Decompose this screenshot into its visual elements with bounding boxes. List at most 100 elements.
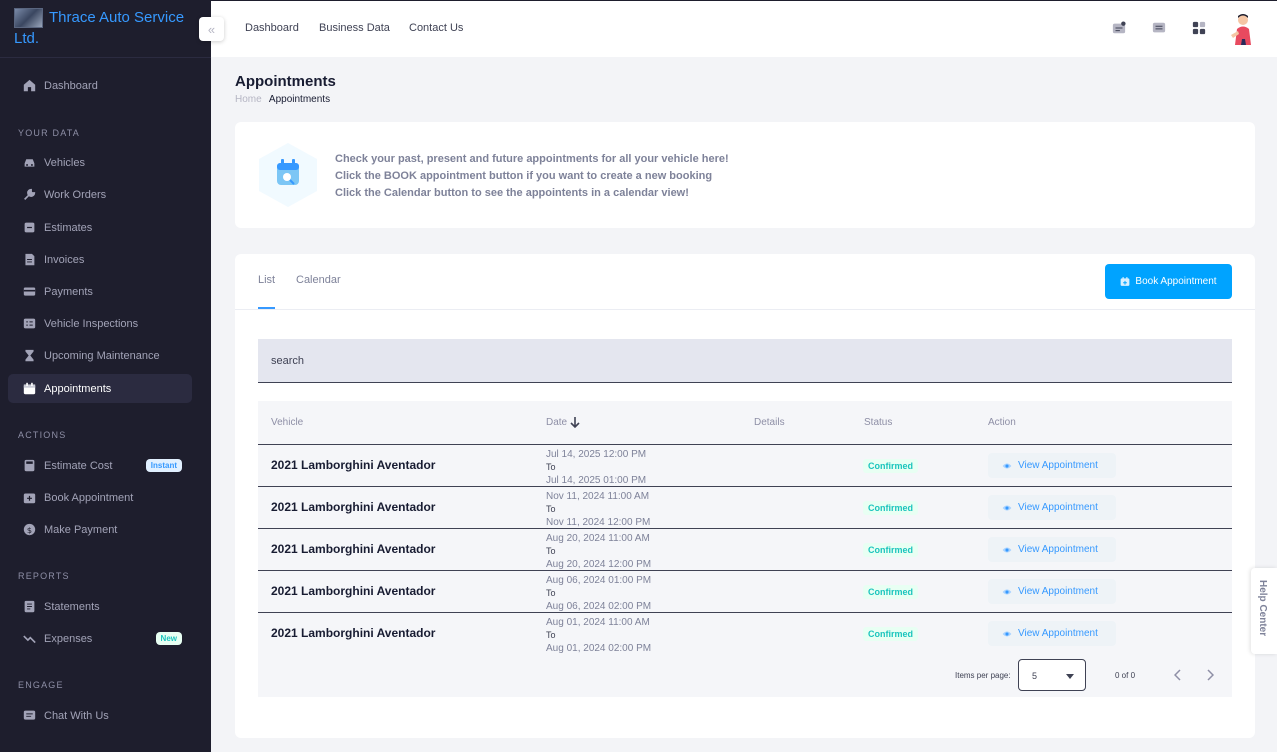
table-row: 2021 Lamborghini Aventador Jul 14, 2025 … xyxy=(258,445,1232,487)
date-to: Nov 11, 2024 12:00 PM xyxy=(546,517,651,528)
expense-icon xyxy=(22,632,36,646)
date-from: Aug 06, 2024 01:00 PM xyxy=(546,575,652,586)
sidebar-item-book-appointment[interactable]: Book Appointment xyxy=(8,483,192,512)
sidebar-item-work-orders[interactable]: Work Orders xyxy=(8,180,192,209)
view-appointment-button[interactable]: View Appointment xyxy=(988,453,1116,478)
date-to-label: To xyxy=(546,630,556,640)
eye-icon xyxy=(1002,546,1012,554)
tab-calendar[interactable]: Calendar xyxy=(296,274,341,286)
book-appointment-button[interactable]: Book Appointment xyxy=(1105,264,1232,299)
brand-name-line1: Thrace Auto Service xyxy=(49,9,185,26)
header-link-contact-us[interactable]: Contact Us xyxy=(409,22,463,34)
sidebar-item-expenses[interactable]: Expenses New xyxy=(8,624,192,653)
info-card: Check your past, present and future appo… xyxy=(235,122,1255,228)
sidebar-toggle-button[interactable]: « xyxy=(199,17,224,41)
sidebar-item-label: Chat With Us xyxy=(44,709,109,722)
sidebar-item-dashboard[interactable]: Dashboard xyxy=(8,71,192,100)
calculator-icon xyxy=(22,459,36,473)
column-header-date[interactable]: Date xyxy=(546,417,580,428)
date-to-label: To xyxy=(546,504,556,514)
caret-down-icon xyxy=(1066,674,1074,679)
sidebar-item-chat-with-us[interactable]: Chat With Us xyxy=(8,701,192,730)
previous-page-button[interactable] xyxy=(1171,668,1185,682)
view-appointment-label: View Appointment xyxy=(1018,586,1098,597)
sidebar-item-upcoming-maintenance[interactable]: Upcoming Maintenance xyxy=(8,341,192,370)
view-appointment-button[interactable]: View Appointment xyxy=(988,537,1116,562)
sidebar-item-make-payment[interactable]: $ Make Payment xyxy=(8,515,192,544)
column-header-date-label: Date xyxy=(546,417,568,428)
date-to-label: To xyxy=(546,588,556,598)
apps-grid-icon[interactable] xyxy=(1191,20,1207,36)
sidebar-item-vehicle-inspections[interactable]: Vehicle Inspections xyxy=(8,309,192,338)
status-badge: Confirmed xyxy=(863,459,918,473)
top-header: Dashboard Business Data Contact Us xyxy=(211,0,1277,57)
sidebar-item-label: Upcoming Maintenance xyxy=(44,349,160,362)
date-cell: Aug 01, 2024 11:00 AM To Aug 01, 2024 02… xyxy=(546,616,651,655)
view-appointment-button[interactable]: View Appointment xyxy=(988,579,1116,604)
sidebar-item-estimates[interactable]: Estimates xyxy=(8,213,192,242)
eye-icon xyxy=(1002,504,1012,512)
sidebar-item-label: Payments xyxy=(44,285,93,298)
view-appointment-button[interactable]: View Appointment xyxy=(988,495,1116,520)
section-your-data: YOUR DATA xyxy=(18,128,80,138)
info-line-3: Click the Calendar button to see the app… xyxy=(335,187,689,199)
sidebar-item-statements[interactable]: Statements xyxy=(8,592,192,621)
date-from: Aug 20, 2024 11:00 AM xyxy=(546,533,650,544)
sidebar: Thrace Auto Service Ltd. Dashboard YOUR … xyxy=(0,0,211,752)
sidebar-item-payments[interactable]: Payments xyxy=(8,277,192,306)
tabs-divider xyxy=(235,309,1255,310)
date-cell: Jul 14, 2025 12:00 PM To Jul 14, 2025 01… xyxy=(546,448,646,487)
view-appointment-label: View Appointment xyxy=(1018,502,1098,513)
help-center-label: Help Center xyxy=(1257,580,1268,637)
column-header-vehicle[interactable]: Vehicle xyxy=(271,417,303,428)
instant-badge: Instant xyxy=(145,459,182,472)
book-icon xyxy=(22,491,36,505)
wrench-icon xyxy=(22,188,36,202)
table-row: 2021 Lamborghini Aventador Aug 20, 2024 … xyxy=(258,529,1232,571)
calendar-search-icon xyxy=(257,142,319,208)
date-to-label: To xyxy=(546,462,556,472)
info-line-1: Check your past, present and future appo… xyxy=(335,153,729,165)
header-link-dashboard[interactable]: Dashboard xyxy=(245,22,299,34)
tab-list[interactable]: List xyxy=(258,274,275,286)
calendar-plus-icon xyxy=(1120,276,1130,287)
home-icon xyxy=(22,79,36,93)
brand[interactable]: Thrace Auto Service Ltd. xyxy=(14,7,199,49)
sidebar-item-appointments[interactable]: Appointments xyxy=(8,374,192,403)
search-input[interactable]: search xyxy=(258,339,1232,383)
svg-text:$: $ xyxy=(26,525,31,535)
vehicle-cell: 2021 Lamborghini Aventador xyxy=(271,542,436,556)
table-row: 2021 Lamborghini Aventador Nov 11, 2024 … xyxy=(258,487,1232,529)
date-to: Aug 20, 2024 12:00 PM xyxy=(546,559,652,570)
dollar-icon: $ xyxy=(22,523,36,537)
page-title: Appointments xyxy=(235,73,336,90)
breadcrumb-home[interactable]: Home xyxy=(235,94,262,105)
info-line-2: Click the BOOK appointment button if you… xyxy=(335,170,713,182)
help-center-tab[interactable]: Help Center xyxy=(1251,568,1277,654)
book-appointment-label: Book Appointment xyxy=(1135,276,1217,287)
view-appointment-label: View Appointment xyxy=(1018,628,1098,639)
appointments-table: Vehicle Date Details Status Action 2021 … xyxy=(258,401,1232,697)
sidebar-item-estimate-cost[interactable]: Estimate Cost Instant xyxy=(8,451,192,480)
breadcrumb-current: Appointments xyxy=(268,94,331,105)
checklist-icon xyxy=(22,317,36,331)
date-to-label: To xyxy=(546,546,556,556)
messages-icon[interactable] xyxy=(1151,20,1167,36)
sidebar-item-label: Statements xyxy=(44,600,100,613)
status-badge: Confirmed xyxy=(863,585,918,599)
date-cell: Aug 20, 2024 11:00 AM To Aug 20, 2024 12… xyxy=(546,532,651,571)
sidebar-item-invoices[interactable]: Invoices xyxy=(8,245,192,274)
hourglass-icon xyxy=(22,349,36,363)
header-link-business-data[interactable]: Business Data xyxy=(319,22,390,34)
view-appointment-button[interactable]: View Appointment xyxy=(988,621,1116,646)
user-avatar[interactable] xyxy=(1227,13,1257,47)
brand-name: Thrace Auto Service Ltd. xyxy=(14,7,185,49)
section-reports: REPORTS xyxy=(18,571,70,581)
next-page-button[interactable] xyxy=(1203,668,1217,682)
date-to: Aug 06, 2024 02:00 PM xyxy=(546,601,652,612)
column-header-status[interactable]: Status xyxy=(864,417,892,428)
sidebar-item-vehicles[interactable]: Vehicles xyxy=(8,148,192,177)
statement-icon xyxy=(22,600,36,614)
items-per-page-select[interactable]: 5 xyxy=(1018,659,1086,691)
notifications-icon[interactable] xyxy=(1111,20,1127,36)
